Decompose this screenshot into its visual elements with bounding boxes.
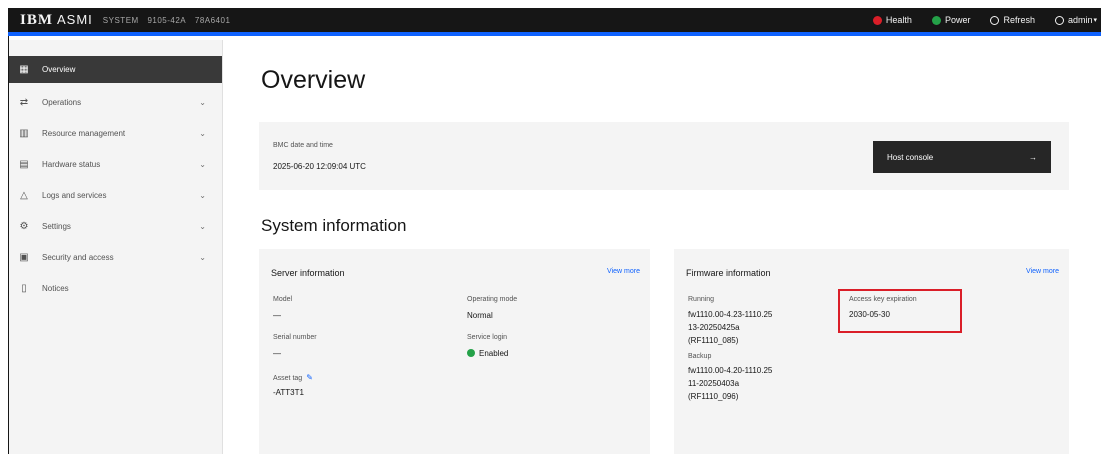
security-icon: ▣ (19, 252, 29, 263)
running-line-3: (RF1110_085) (688, 336, 739, 345)
asset-tag-label: Asset tag ✎ (273, 373, 313, 382)
sidebar-item-label: Notices (42, 284, 69, 293)
backup-line-1: fw1110.00-4.20-1110.25 (688, 366, 773, 375)
chevron-down-icon: ⌄ (199, 222, 206, 231)
logs-icon: △ (20, 190, 28, 201)
user-icon (1054, 15, 1064, 25)
model-label: Model (273, 296, 293, 303)
bmc-datetime-value: 2025-06-20 12:09:04 UTC (273, 162, 366, 171)
power-icon (931, 15, 941, 25)
chevron-down-icon: ⌄ (199, 253, 206, 262)
sidebar-item-label: Hardware status (42, 160, 101, 169)
firmware-card-title: Firmware information (686, 268, 771, 278)
bmc-datetime-label: BMC date and time (273, 142, 333, 149)
backup-line-3: (RF1110_096) (688, 392, 739, 401)
settings-icon: ⚙ (19, 221, 29, 232)
host-console-button[interactable]: Host console → (873, 141, 1051, 173)
serial-number-value: — (273, 349, 281, 358)
health-icon (872, 15, 882, 25)
server-view-more-link[interactable]: View more (607, 268, 640, 275)
header-actions: Health Power Refresh admin ▾ (872, 8, 1101, 32)
host-console-label: Host console (887, 152, 934, 162)
user-label: admin (1067, 15, 1093, 25)
refresh-label: Refresh (1003, 15, 1035, 25)
service-login-status: Enabled (467, 348, 508, 360)
server-identity: SYSTEM 9105-42A 78A6401 (103, 16, 237, 25)
server-field-system: SYSTEM (102, 15, 139, 25)
operations-icon: ⇄ (19, 97, 29, 108)
sidebar-item-security-and-access[interactable]: ▣ Security and access ⌄ (9, 242, 222, 273)
sidebar-item-resource-management[interactable]: ▥ Resource management ⌄ (9, 118, 222, 149)
sidebar-item-logs-and-services[interactable]: △ Logs and services ⌄ (9, 180, 222, 211)
sidebar-item-label: Resource management (42, 129, 126, 138)
top-header-bar: IBM ASMI SYSTEM 9105-42A 78A6401 Health P… (8, 8, 1101, 36)
running-line-2: 13-20250425a (688, 323, 740, 332)
page-title: Overview (261, 66, 366, 94)
chevron-down-icon: ⌄ (199, 98, 206, 107)
sidebar-item-label: Operations (42, 98, 82, 107)
sidebar-item-label: Settings (42, 222, 71, 231)
sidebar-item-notices[interactable]: ▯ Notices (9, 273, 222, 304)
user-menu-button[interactable]: admin ▾ (1054, 15, 1097, 25)
checkmark-circle-icon (467, 349, 475, 357)
server-card-title: Server information (271, 268, 345, 278)
sidebar-item-overview[interactable]: ▦ Overview (9, 56, 222, 83)
operating-mode-label: Operating mode (467, 296, 518, 303)
server-field-serial: 78A6401 (194, 15, 231, 25)
running-label: Running (688, 296, 715, 303)
overview-icon: ▦ (19, 64, 29, 75)
access-key-highlight-box (838, 289, 962, 333)
sidebar-item-label: Security and access (42, 253, 114, 262)
sidebar-item-label: Logs and services (42, 191, 107, 200)
notices-icon: ▯ (21, 283, 27, 294)
serial-number-label: Serial number (273, 334, 317, 341)
sidebar-item-label: Overview (42, 65, 76, 74)
health-button[interactable]: Health (872, 15, 912, 25)
refresh-button[interactable]: Refresh (990, 15, 1035, 25)
operating-mode-value: Normal (467, 311, 493, 320)
backup-line-2: 11-20250403a (688, 379, 740, 388)
product-name: ASMI (57, 11, 93, 27)
asset-tag-label-text: Asset tag (273, 375, 303, 382)
edit-icon[interactable]: ✎ (306, 373, 313, 382)
firmware-view-more-link[interactable]: View more (1026, 268, 1059, 275)
server-field-type: 9105-42A (147, 15, 187, 25)
sidebar-nav: ▦ Overview ⇄ Operations ⌄ ▥ Resource man… (9, 40, 223, 454)
service-login-label: Service login (467, 334, 508, 341)
service-login-value: Enabled (479, 349, 509, 358)
ibm-logo: IBM ASMI (20, 11, 93, 28)
sidebar-item-operations[interactable]: ⇄ Operations ⌄ (9, 87, 222, 118)
caret-down-icon: ▾ (1093, 17, 1097, 24)
power-label: Power (944, 15, 971, 25)
backup-label: Backup (688, 353, 712, 360)
chevron-down-icon: ⌄ (199, 129, 206, 138)
health-label: Health (885, 15, 912, 25)
arrow-right-icon: → (1029, 152, 1037, 162)
datetime-card: BMC date and time 2025-06-20 12:09:04 UT… (259, 122, 1069, 190)
server-information-card: Server information View more Model — Ser… (259, 249, 650, 454)
power-button[interactable]: Power (931, 15, 971, 25)
hardware-status-icon: ▤ (19, 159, 29, 170)
sidebar-item-hardware-status[interactable]: ▤ Hardware status ⌄ (9, 149, 222, 180)
chevron-down-icon: ⌄ (199, 160, 206, 169)
asset-tag-value: -ATT3T1 (273, 388, 304, 397)
sidebar-item-settings[interactable]: ⚙ Settings ⌄ (9, 211, 222, 242)
running-line-1: fw1110.00-4.23-1110.25 (688, 310, 773, 319)
firmware-information-card: Firmware information View more Running f… (674, 249, 1069, 454)
refresh-icon (990, 15, 1000, 25)
model-value: — (273, 311, 281, 320)
system-information-heading: System information (261, 216, 407, 235)
chevron-down-icon: ⌄ (199, 191, 206, 200)
resource-management-icon: ▥ (19, 128, 29, 139)
